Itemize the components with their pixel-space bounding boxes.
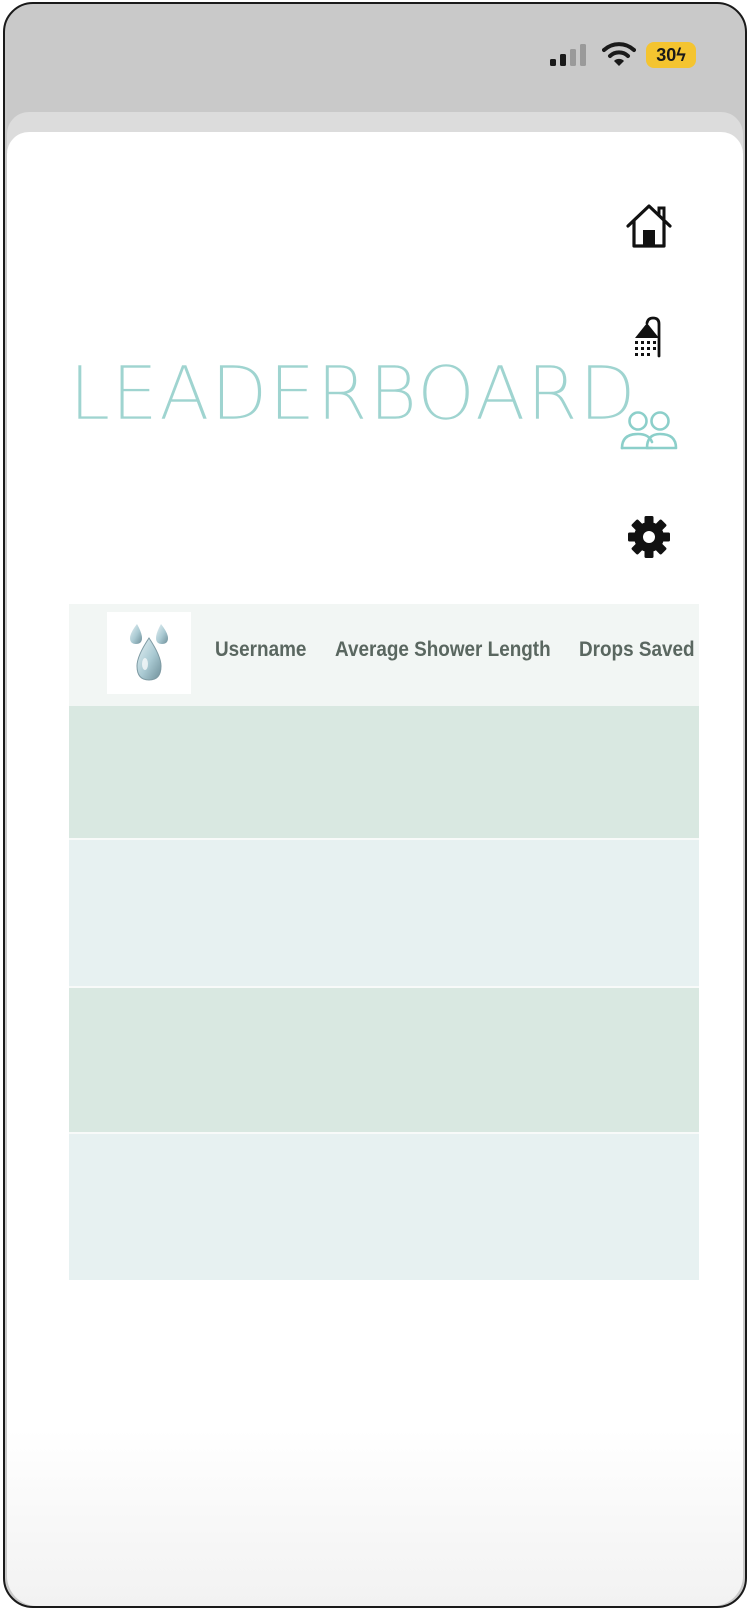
table-row [69,988,699,1134]
nav-settings-button[interactable] [617,509,681,565]
nav-shower-button[interactable] [617,310,681,366]
shower-icon [635,316,661,358]
nav-home-button[interactable] [617,198,681,254]
water-drop-icon [130,624,168,681]
battery-indicator: 30ϟ [646,42,696,68]
users-icon [620,411,678,450]
cellular-signal-icon [550,44,586,66]
status-bar: 30ϟ [5,4,745,112]
column-header-username: Username [215,638,307,661]
gear-icon [628,516,670,558]
water-drop-logo [107,612,191,694]
nav-leaderboard-button[interactable] [617,402,681,458]
table-row [69,840,699,988]
column-header-drops-saved: Drops Saved [579,638,695,661]
wifi-icon [602,42,636,66]
table-header: Username Average Shower Length Drops Sav… [69,604,699,706]
leaderboard-table: Username Average Shower Length Drops Sav… [69,604,699,1280]
phone-frame: 30ϟ LEADERBOARD Username Average Shower … [3,2,747,1608]
bolt-icon: ϟ [676,45,686,65]
table-row [69,706,699,840]
table-row [69,1134,699,1280]
page-title: LEADERBOARD [69,351,637,437]
column-header-average-shower-length: Average Shower Length [335,638,551,661]
battery-level: 30 [656,45,677,65]
home-icon [626,204,672,248]
